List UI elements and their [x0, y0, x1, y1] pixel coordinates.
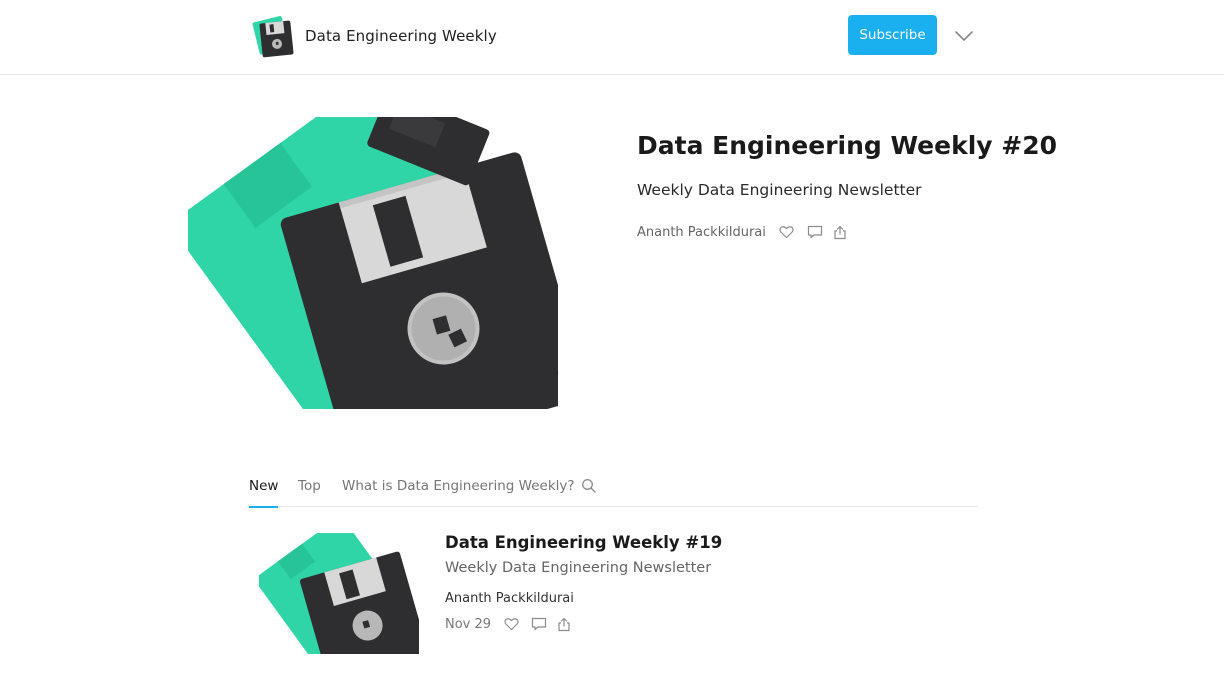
tab-new[interactable]: New — [249, 478, 279, 508]
heart-icon[interactable] — [502, 615, 520, 633]
hero-post-title[interactable]: Data Engineering Weekly #20 — [637, 131, 1057, 160]
heart-icon[interactable] — [778, 223, 796, 241]
floppy-disk-logo — [252, 16, 294, 58]
comment-icon[interactable] — [806, 223, 824, 241]
comment-icon[interactable] — [530, 615, 548, 633]
subscribe-button[interactable]: Subscribe — [848, 15, 937, 55]
tab-top[interactable]: Top — [298, 478, 321, 506]
hero-post-meta: Ananth Packkildurai — [637, 222, 849, 242]
post-title[interactable]: Data Engineering Weekly #19 — [445, 533, 722, 552]
publication-name: Data Engineering Weekly — [305, 27, 497, 45]
list-item: Data Engineering Weekly #19 Weekly Data … — [249, 533, 978, 654]
floppy-disks-image[interactable] — [188, 117, 558, 409]
post-list-tabs: New Top What is Data Engineering Weekly? — [249, 476, 978, 508]
post-subtitle: Weekly Data Engineering Newsletter — [445, 560, 712, 576]
chevron-down-icon[interactable] — [952, 26, 976, 46]
top-navigation-bar: Data Engineering Weekly Subscribe — [0, 0, 1224, 75]
tab-about[interactable]: What is Data Engineering Weekly? — [342, 478, 575, 506]
post-date: Nov 29 — [445, 616, 492, 632]
post-meta: Nov 29 — [445, 614, 573, 634]
post-author[interactable]: Ananth Packkildurai — [445, 591, 574, 606]
publication-brand[interactable]: Data Engineering Weekly — [252, 12, 497, 60]
search-icon[interactable] — [581, 478, 597, 494]
share-icon[interactable] — [831, 223, 849, 241]
share-icon[interactable] — [555, 615, 573, 633]
hero-post-subtitle: Weekly Data Engineering Newsletter — [637, 181, 922, 199]
floppy-disks-thumbnail[interactable] — [259, 533, 419, 654]
hero-post-author[interactable]: Ananth Packkildurai — [637, 225, 766, 240]
